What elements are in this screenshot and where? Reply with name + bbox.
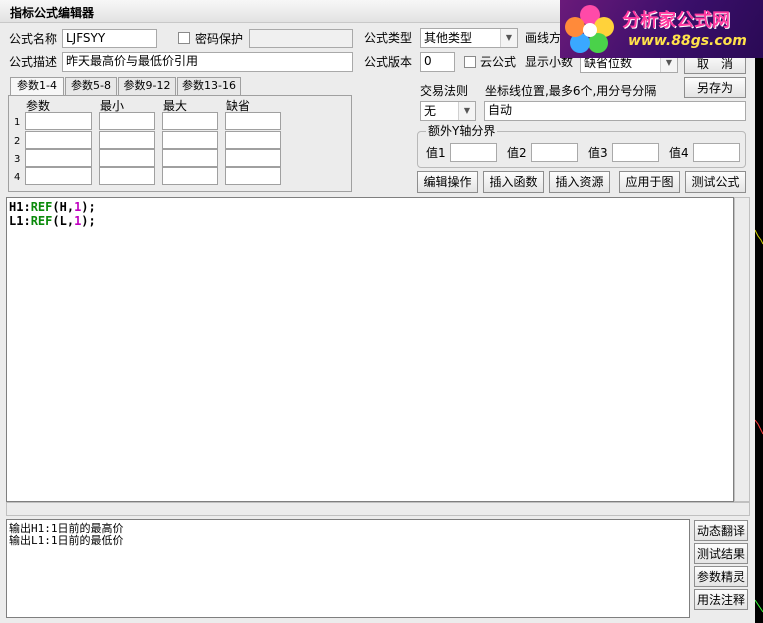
site-logo: 分析家公式网 www.88gs.com	[560, 0, 763, 58]
formula-desc-label: 公式描述	[9, 55, 58, 69]
param-3-max-input[interactable]	[162, 149, 218, 167]
editor-vertical-scrollbar[interactable]	[734, 197, 750, 502]
param-3-name-input[interactable]	[25, 149, 92, 167]
param-4-min-input[interactable]	[99, 167, 155, 185]
trade-rule-label: 交易法则	[420, 84, 469, 98]
flower-logo-icon	[565, 5, 614, 53]
insert-resource-button[interactable]: 插入资源	[549, 171, 610, 193]
value-3-input[interactable]	[612, 143, 659, 162]
tab-params-1-4[interactable]: 参数1-4	[10, 77, 64, 95]
extra-y-axis-label: 额外Y轴分界	[426, 124, 498, 138]
code-end: );	[81, 214, 96, 228]
param-1-max-input[interactable]	[162, 112, 218, 130]
logo-url: www.88gs.com	[628, 33, 747, 49]
formula-editor-window: 指标公式编辑器 公式名称 LJFSYY 密码保护 公式类型 其他类型 ▼ 画线方…	[0, 0, 763, 623]
param-3-min-input[interactable]	[99, 149, 155, 167]
apply-to-chart-button[interactable]: 应用于图	[619, 171, 680, 193]
code-function: REF	[30, 214, 53, 228]
chevron-down-icon: ▼	[458, 102, 475, 120]
output-panel: 输出H1:1日前的最高价 输出L1:1日前的最低价	[6, 519, 690, 618]
output-line: 输出L1:1日前的最低价	[9, 534, 124, 547]
param-2-max-input[interactable]	[162, 131, 218, 149]
password-checkbox[interactable]	[178, 32, 190, 44]
formula-version-label: 公式版本	[364, 55, 413, 69]
cloud-formula-checkbox[interactable]	[464, 56, 476, 68]
tab-params-5-8[interactable]: 参数5-8	[65, 77, 117, 95]
code-end: );	[81, 200, 96, 214]
value-3-label: 值3	[588, 146, 608, 160]
trade-rule-value: 无	[424, 104, 437, 118]
param-header-default: 缺省	[226, 99, 251, 113]
password-input[interactable]	[249, 29, 353, 48]
background-chart	[755, 229, 763, 613]
param-2-name-input[interactable]	[25, 131, 92, 149]
param-row-index: 1	[14, 117, 21, 128]
value-4-input[interactable]	[693, 143, 740, 162]
save-as-button[interactable]: 另存为	[684, 77, 746, 98]
test-formula-button[interactable]: 测试公式	[685, 171, 746, 193]
axis-position-label: 坐标线位置,最多6个,用分号分隔	[485, 84, 657, 98]
value-1-label: 值1	[426, 146, 446, 160]
decimals-value: 缺省位数	[584, 56, 633, 70]
window-title: 指标公式编辑器	[10, 6, 95, 20]
param-1-min-input[interactable]	[99, 112, 155, 130]
insert-function-button[interactable]: 插入函数	[483, 171, 544, 193]
param-4-max-input[interactable]	[162, 167, 218, 185]
value-1-input[interactable]	[450, 143, 497, 162]
cloud-formula-label: 云公式	[480, 55, 517, 69]
formula-type-value: 其他类型	[424, 31, 473, 45]
edit-operations-button[interactable]: 编辑操作	[417, 171, 478, 193]
param-2-default-input[interactable]	[225, 131, 281, 149]
code-args: (H,	[52, 200, 75, 214]
param-header-min: 最小	[100, 99, 125, 113]
trade-rule-select[interactable]: 无 ▼	[420, 101, 476, 121]
param-header-name: 参数	[26, 99, 51, 113]
param-3-default-input[interactable]	[225, 149, 281, 167]
param-row-index: 2	[14, 136, 21, 147]
param-4-name-input[interactable]	[25, 167, 92, 185]
tab-params-13-16[interactable]: 参数13-16	[177, 77, 241, 95]
formula-type-select[interactable]: 其他类型 ▼	[420, 28, 518, 48]
param-row-index: 3	[14, 154, 21, 165]
formula-desc-input[interactable]: 昨天最高价与最低价引用	[62, 52, 353, 72]
param-2-min-input[interactable]	[99, 131, 155, 149]
axis-position-input[interactable]: 自动	[484, 101, 746, 121]
code-line: H1:REF(H,1);	[9, 200, 731, 214]
code-editor[interactable]: H1:REF(H,1); L1:REF(L,1);	[6, 197, 734, 502]
code-args: (L,	[52, 214, 75, 228]
formula-name-label: 公式名称	[9, 32, 58, 46]
tab-params-9-12[interactable]: 参数9-12	[118, 77, 176, 95]
code-line: L1:REF(L,1);	[9, 214, 731, 228]
param-1-name-input[interactable]	[25, 112, 92, 130]
param-header-max: 最大	[163, 99, 188, 113]
code-identifier: H1:	[9, 200, 31, 214]
value-2-label: 值2	[507, 146, 527, 160]
formula-version-input[interactable]: 0	[420, 52, 455, 72]
editor-horizontal-scrollbar[interactable]	[6, 502, 750, 516]
password-label: 密码保护	[195, 32, 244, 46]
param-wizard-button[interactable]: 参数精灵	[694, 566, 748, 587]
value-4-label: 值4	[669, 146, 689, 160]
param-row-index: 4	[14, 172, 21, 183]
logo-title: 分析家公式网	[622, 10, 730, 31]
chevron-down-icon: ▼	[500, 29, 517, 47]
formula-name-input[interactable]: LJFSYY	[62, 29, 157, 48]
formula-type-label: 公式类型	[364, 31, 413, 45]
dynamic-translate-button[interactable]: 动态翻译	[694, 520, 748, 541]
code-identifier: L1:	[9, 214, 31, 228]
test-result-button[interactable]: 测试结果	[694, 543, 748, 564]
param-1-default-input[interactable]	[225, 112, 281, 130]
param-4-default-input[interactable]	[225, 167, 281, 185]
code-function: REF	[30, 200, 53, 214]
value-2-input[interactable]	[531, 143, 578, 162]
usage-notes-button[interactable]: 用法注释	[694, 589, 748, 610]
